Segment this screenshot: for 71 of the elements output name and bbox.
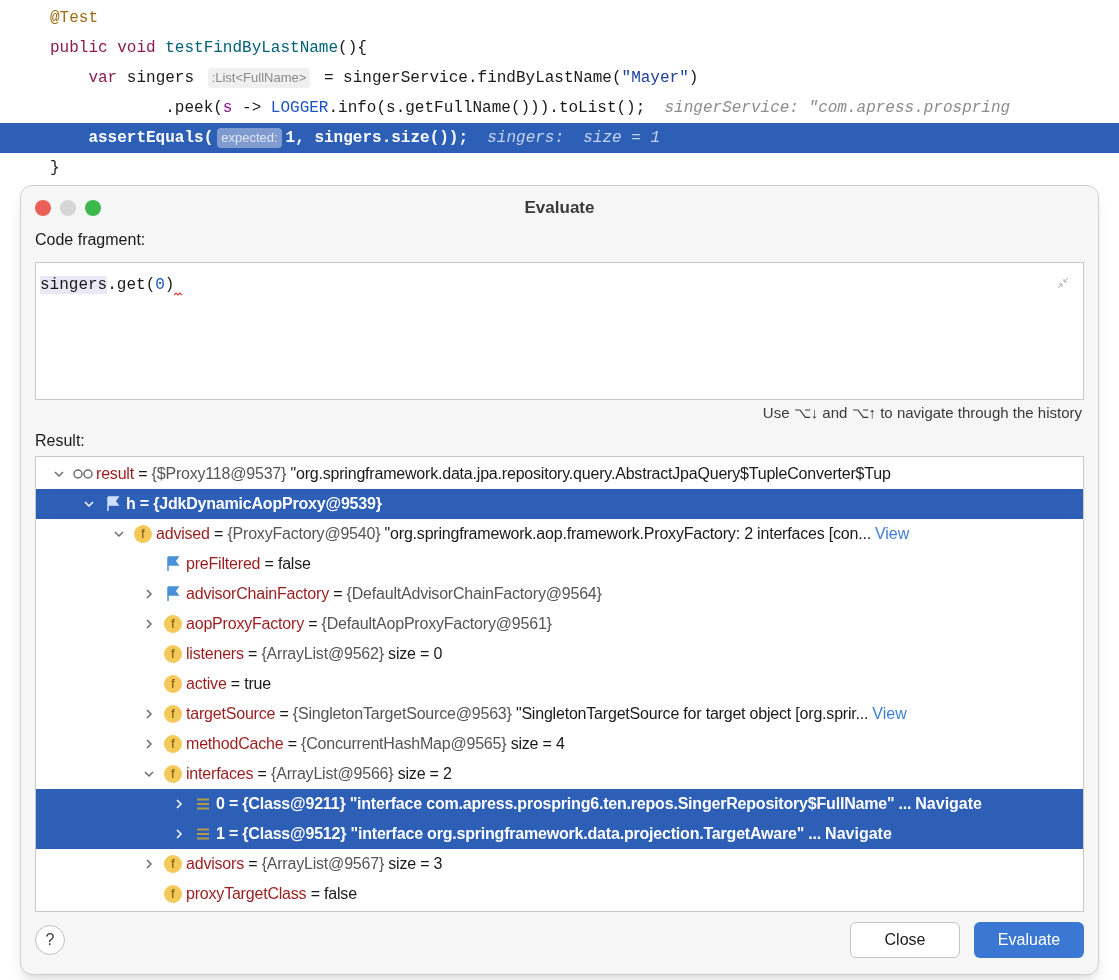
node-text: targetSource = {SingletonTargetSource@9563} "SingletonTargetSource for target object [org.sprir... <box>186 703 869 724</box>
code-fragment-field[interactable]: singers.get(0) <box>35 262 1084 400</box>
chevron-right-icon[interactable] <box>143 707 155 720</box>
code-line: public void testFindByLastName(){ <box>49 38 368 59</box>
code-fragment-label: Code fragment: <box>35 230 147 250</box>
field-icon: f <box>164 704 182 723</box>
link[interactable]: Navigate <box>915 791 982 816</box>
chevron-right-icon[interactable] <box>173 827 185 840</box>
history-hint: Use ⌥↓ and ⌥↑ to navigate through the history <box>762 403 1082 423</box>
tree-row[interactable]: f aopProxyFactory = {DefaultAopProxyFactory@9561} <box>36 608 1083 639</box>
node-text: 1 = {Class@9512} "interface org.springframework.data.projection.TargetAware" ... <box>216 823 822 844</box>
error-squiggle-icon <box>174 291 183 297</box>
tree-row[interactable]: result = {$Proxy118@9537} "org.springframework.data.jpa.repository.query.AbstractJpaQuery$TupleConverter$Tup <box>36 458 1083 489</box>
window-title: Evaluate <box>524 197 595 220</box>
field-icon: f <box>164 674 182 693</box>
result-label: Result: <box>35 430 86 451</box>
tree-row[interactable]: f active = true <box>36 668 1083 699</box>
node-text: preFiltered = false <box>186 553 311 574</box>
list-icon <box>196 797 210 810</box>
evaluate-button[interactable]: Evaluate <box>974 921 1084 958</box>
close-button[interactable]: Close <box>850 921 960 958</box>
tree-row[interactable]: f listeners = {ArrayList@9562} size = 0 <box>36 638 1083 669</box>
link[interactable]: View <box>872 701 907 726</box>
chevron-right-icon[interactable] <box>173 797 185 810</box>
code-line: } <box>49 158 61 179</box>
node-text: advisorChainFactory = {DefaultAdvisorChainFactory@9564} <box>186 583 602 604</box>
chevron-right-icon[interactable] <box>143 857 155 870</box>
tree-row[interactable]: f targetSource = {SingletonTargetSource@9563} "SingletonTargetSource for target object [org.sprir... View <box>36 698 1083 729</box>
field-icon: f <box>164 734 182 753</box>
node-text: 0 = {Class@9211} "interface com.apress.prospring6.ten.repos.SingerRepository$FullName" ... <box>216 793 912 814</box>
close-window-button[interactable] <box>35 200 51 216</box>
help-button[interactable]: ? <box>35 924 65 955</box>
code-line: @Test <box>49 8 99 29</box>
glasses-icon <box>73 468 93 479</box>
node-text: advised = {ProxyFactory@9540} "org.springframework.aop.framework.ProxyFactory: 2 interfaces [con... <box>156 523 871 544</box>
code-line: .peek(s -> LOGGER.info(s.getFullName())).toList(); singerService: "com.apress.prospring <box>164 98 1012 119</box>
link[interactable]: Navigate <box>825 821 892 846</box>
node-text: aopProxyFactory = {DefaultAopProxyFactory@9561} <box>186 613 552 634</box>
tree-row[interactable]: advisorChainFactory = {DefaultAdvisorChainFactory@9564} <box>36 578 1083 609</box>
field-icon: f <box>164 854 182 873</box>
node-text: methodCache = {ConcurrentHashMap@9565} size = 4 <box>186 733 565 754</box>
chevron-right-icon[interactable] <box>143 587 155 600</box>
chevron-right-icon[interactable] <box>143 617 155 630</box>
node-text: advisors = {ArrayList@9567} size = 3 <box>186 853 443 874</box>
tree-row[interactable]: f proxyTargetClass = false <box>36 878 1083 909</box>
field-icon: f <box>164 884 182 903</box>
chevron-right-icon[interactable] <box>143 737 155 750</box>
field-icon: f <box>164 644 182 663</box>
node-text: interfaces = {ArrayList@9566} size = 2 <box>186 763 452 784</box>
list-icon <box>196 827 210 840</box>
flag-icon <box>106 495 120 512</box>
tree-row[interactable]: preFiltered = false <box>36 548 1083 579</box>
field-icon: f <box>164 614 182 633</box>
code-line: var singers :List<FullName> = singerService.findByLastName("Mayer") <box>87 67 700 90</box>
tree-row[interactable]: f interfaces = {ArrayList@9566} size = 2 <box>36 758 1083 789</box>
field-icon: f <box>164 764 182 783</box>
flag-icon <box>166 585 180 602</box>
tree-row[interactable]: 0 = {Class@9211} "interface com.apress.prospring6.ten.repos.SingerRepository$FullName" ... Navigate <box>36 788 1083 819</box>
node-text: listeners = {ArrayList@9562} size = 0 <box>186 643 443 664</box>
tree-row[interactable]: f advisors = {ArrayList@9567} size = 3 <box>36 848 1083 879</box>
node-text: proxyTargetClass = false <box>186 883 357 904</box>
node-text: h = {JdkDynamicAopProxy@9539} <box>126 493 382 514</box>
field-icon: f <box>134 524 152 543</box>
link[interactable]: View <box>874 521 910 546</box>
flag-icon <box>166 555 180 572</box>
tree-row[interactable]: f methodCache = {ConcurrentHashMap@9565} size = 4 <box>36 728 1083 759</box>
node-text: active = true <box>186 673 272 694</box>
tree-row[interactable]: 1 = {Class@9512} "interface org.springframework.data.projection.TargetAware" ... Navigate <box>36 818 1083 849</box>
tree-row[interactable]: f advised = {ProxyFactory@9540} "org.springframework.aop.framework.ProxyFactory: 2 interfaces [con... View <box>36 518 1083 549</box>
tree-row[interactable]: h = {JdkDynamicAopProxy@9539} <box>36 488 1083 519</box>
node-text: result = {$Proxy118@9537} "org.springframework.data.jpa.repository.query.AbstractJpaQuery$TupleConverter$Tup <box>96 463 891 484</box>
